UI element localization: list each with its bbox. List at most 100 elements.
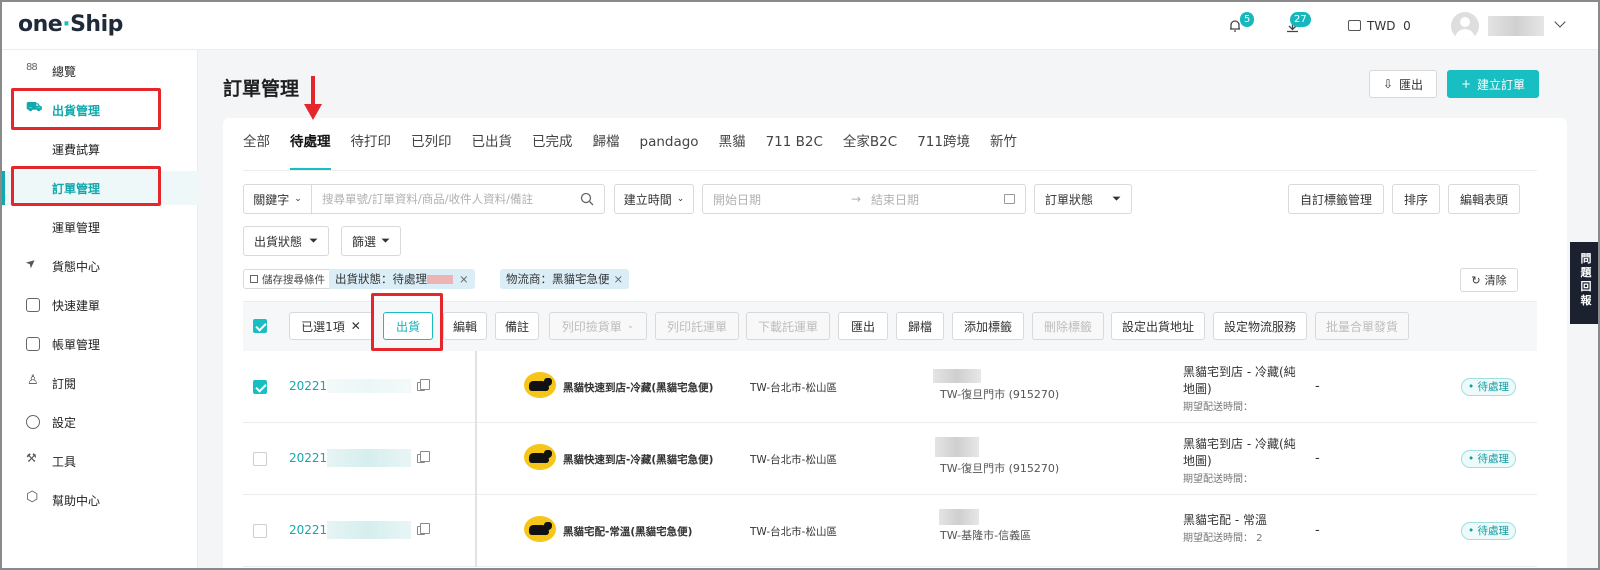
- copy-icon[interactable]: [417, 379, 430, 391]
- search-input[interactable]: 搜尋單號/訂單資料/商品/收件人資料/備註: [312, 191, 580, 207]
- sidebar-item-waybills[interactable]: 運單管理: [2, 210, 198, 244]
- wallet-balance[interactable]: TWD 0: [1367, 19, 1411, 33]
- tab-all[interactable]: 全部: [243, 132, 270, 172]
- redacted-recipient: [935, 437, 979, 457]
- more-filter-button[interactable]: 篩選 ⏷: [341, 226, 401, 256]
- clear-filters-button[interactable]: ↻ 清除: [1460, 268, 1518, 292]
- sidebar-item-billing[interactable]: 帳單管理: [2, 327, 198, 361]
- tab-711-b2c[interactable]: 711 B2C: [766, 132, 823, 172]
- keyword-select[interactable]: 關鍵字 ⌄: [244, 185, 312, 213]
- merge-ship-button[interactable]: 批量合單發貨: [1315, 312, 1409, 340]
- start-date-input[interactable]: 開始日期: [703, 191, 851, 208]
- sidebar-item-rate-calc[interactable]: 運費試算: [2, 132, 198, 166]
- row-checkbox[interactable]: [253, 380, 267, 394]
- sidebar-item-settings[interactable]: 設定: [2, 405, 198, 439]
- archive-button[interactable]: 歸檔: [896, 312, 944, 340]
- tab-archived[interactable]: 歸檔: [593, 132, 620, 172]
- create-order-button[interactable]: + 建立訂單: [1447, 70, 1539, 98]
- redacted-order-suffix: [327, 379, 411, 393]
- status-badge: • 待處理: [1461, 450, 1517, 468]
- bulk-export-button[interactable]: 匯出: [838, 312, 888, 340]
- tab-711-crossborder[interactable]: 711跨境: [917, 132, 970, 172]
- store: TW-復旦門市 (915270): [940, 388, 1060, 401]
- tab-hct[interactable]: 新竹: [990, 132, 1017, 172]
- sidebar-item-tools[interactable]: 工具: [2, 444, 198, 478]
- tab-pandago[interactable]: pandago: [640, 132, 699, 172]
- edit-button[interactable]: 編輯: [443, 312, 487, 340]
- sidebar-item-subscription[interactable]: 訂閱: [2, 366, 198, 400]
- search-icon[interactable]: [580, 192, 594, 206]
- tab-completed[interactable]: 已完成: [532, 132, 573, 172]
- chip-close-icon[interactable]: ×: [614, 272, 624, 286]
- expected-time: 期望配送時間： 2: [1183, 533, 1263, 544]
- service-name: 黑貓快速到店-冷藏(黑貓宅急便): [563, 382, 714, 394]
- remove-tag-button[interactable]: 刪除標籤: [1032, 312, 1104, 340]
- tab-printed[interactable]: 已列印: [411, 132, 452, 172]
- ship-status-filter[interactable]: 出貨狀態 ⏷: [243, 226, 329, 256]
- print-waybill-button[interactable]: 列印託運單: [655, 312, 739, 340]
- empty-cell: -: [1315, 451, 1320, 466]
- sidebar-item-help[interactable]: 幫助中心: [2, 483, 198, 517]
- close-icon[interactable]: ✕: [351, 319, 361, 333]
- custom-tag-button[interactable]: 自訂標籤管理: [1288, 184, 1384, 214]
- edit-header-button[interactable]: 編輯表頭: [1448, 184, 1520, 214]
- oneship-logo[interactable]: one·Ship: [18, 12, 123, 37]
- order-number-link[interactable]: 20221: [289, 379, 327, 393]
- print-picklist-button[interactable]: 列印撿貨單 ⌄: [549, 312, 647, 340]
- select-all-checkbox[interactable]: [253, 319, 267, 333]
- tab-to-print[interactable]: 待打印: [351, 132, 392, 172]
- chevron-down-icon[interactable]: [1554, 16, 1566, 28]
- export-button[interactable]: ⇩ 匯出: [1369, 70, 1437, 98]
- tab-pending[interactable]: 待處理: [290, 132, 331, 172]
- avatar[interactable]: [1451, 12, 1479, 40]
- feedback-tab[interactable]: 問 題 回 報: [1570, 242, 1598, 324]
- feedback-char: 題: [1580, 266, 1592, 279]
- sidebar-item-label: 帳單管理: [52, 337, 101, 352]
- store: TW-復旦門市 (915270): [940, 462, 1060, 475]
- sidebar-item-label: 快速建單: [52, 298, 101, 313]
- table-row[interactable]: 20221 黑貓快速到店-冷藏(黑貓宅急便) TW-台北市-松山區 TW-復旦門…: [243, 423, 1537, 495]
- selected-count[interactable]: 已選1項 ✕: [289, 312, 373, 340]
- filter-icon: ⏷: [381, 234, 390, 247]
- filter-icon: ⏷: [1112, 192, 1121, 205]
- note-button[interactable]: 備註: [495, 312, 539, 340]
- sidebar-item-label: 幫助中心: [52, 493, 101, 508]
- sort-button[interactable]: 排序: [1392, 184, 1440, 214]
- set-ship-address-button[interactable]: 設定出貨地址: [1111, 312, 1205, 340]
- order-number-link[interactable]: 20221: [289, 523, 327, 537]
- table-row[interactable]: 20221 黑貓宅配-常溫(黑貓宅急便) TW-台北市-松山區 TW-基隆市-信…: [243, 495, 1537, 567]
- tab-black-cat[interactable]: 黑貓: [719, 132, 746, 172]
- copy-icon[interactable]: [417, 523, 430, 535]
- grid-icon: [26, 62, 40, 78]
- filter-icon: ⏷: [309, 234, 318, 247]
- tab-shipped[interactable]: 已出貨: [472, 132, 513, 172]
- sidebar-item-label: 運費試算: [52, 142, 101, 157]
- order-status-filter[interactable]: 訂單狀態 ⏷: [1034, 184, 1132, 214]
- sidebar-item-label: 設定: [52, 415, 77, 430]
- copy-icon[interactable]: [417, 451, 430, 463]
- row-checkbox[interactable]: [253, 524, 267, 538]
- sidebar-item-label: 訂閱: [52, 376, 77, 391]
- date-range-picker[interactable]: 開始日期 → 結束日期: [702, 184, 1026, 214]
- set-logistics-button[interactable]: 設定物流服務: [1213, 312, 1307, 340]
- column-divider: [475, 423, 477, 495]
- expected-time: 期望配送時間：: [1183, 474, 1253, 485]
- sidebar-item-overview[interactable]: 總覽: [2, 54, 198, 88]
- download-waybill-button[interactable]: 下載託運單: [746, 312, 830, 340]
- delivery-method-cont: 地圖): [1183, 454, 1212, 468]
- feedback-char: 回: [1580, 280, 1592, 293]
- add-tag-button[interactable]: 添加標籤: [952, 312, 1024, 340]
- time-type-select[interactable]: 建立時間 ⌄: [614, 184, 694, 214]
- sidebar-item-tracking[interactable]: 貨態中心: [2, 249, 198, 283]
- tools-icon: [26, 451, 40, 468]
- order-number-link[interactable]: 20221: [289, 451, 327, 465]
- chip-close-icon[interactable]: ×: [459, 272, 469, 286]
- tab-family-b2c[interactable]: 全家B2C: [843, 132, 897, 172]
- save-search-button[interactable]: 儲存搜尋條件: [243, 269, 332, 289]
- end-date-input[interactable]: 結束日期: [871, 191, 1004, 208]
- redacted-mark: [427, 274, 453, 284]
- keyword-search-group: 關鍵字 ⌄ 搜尋單號/訂單資料/商品/收件人資料/備註: [243, 184, 605, 214]
- sidebar-item-quick-create[interactable]: 快速建單: [2, 288, 198, 322]
- row-checkbox[interactable]: [253, 452, 267, 466]
- table-row[interactable]: 20221 黑貓快速到店-冷藏(黑貓宅急便) TW-台北市-松山區 TW-復旦門…: [243, 351, 1537, 423]
